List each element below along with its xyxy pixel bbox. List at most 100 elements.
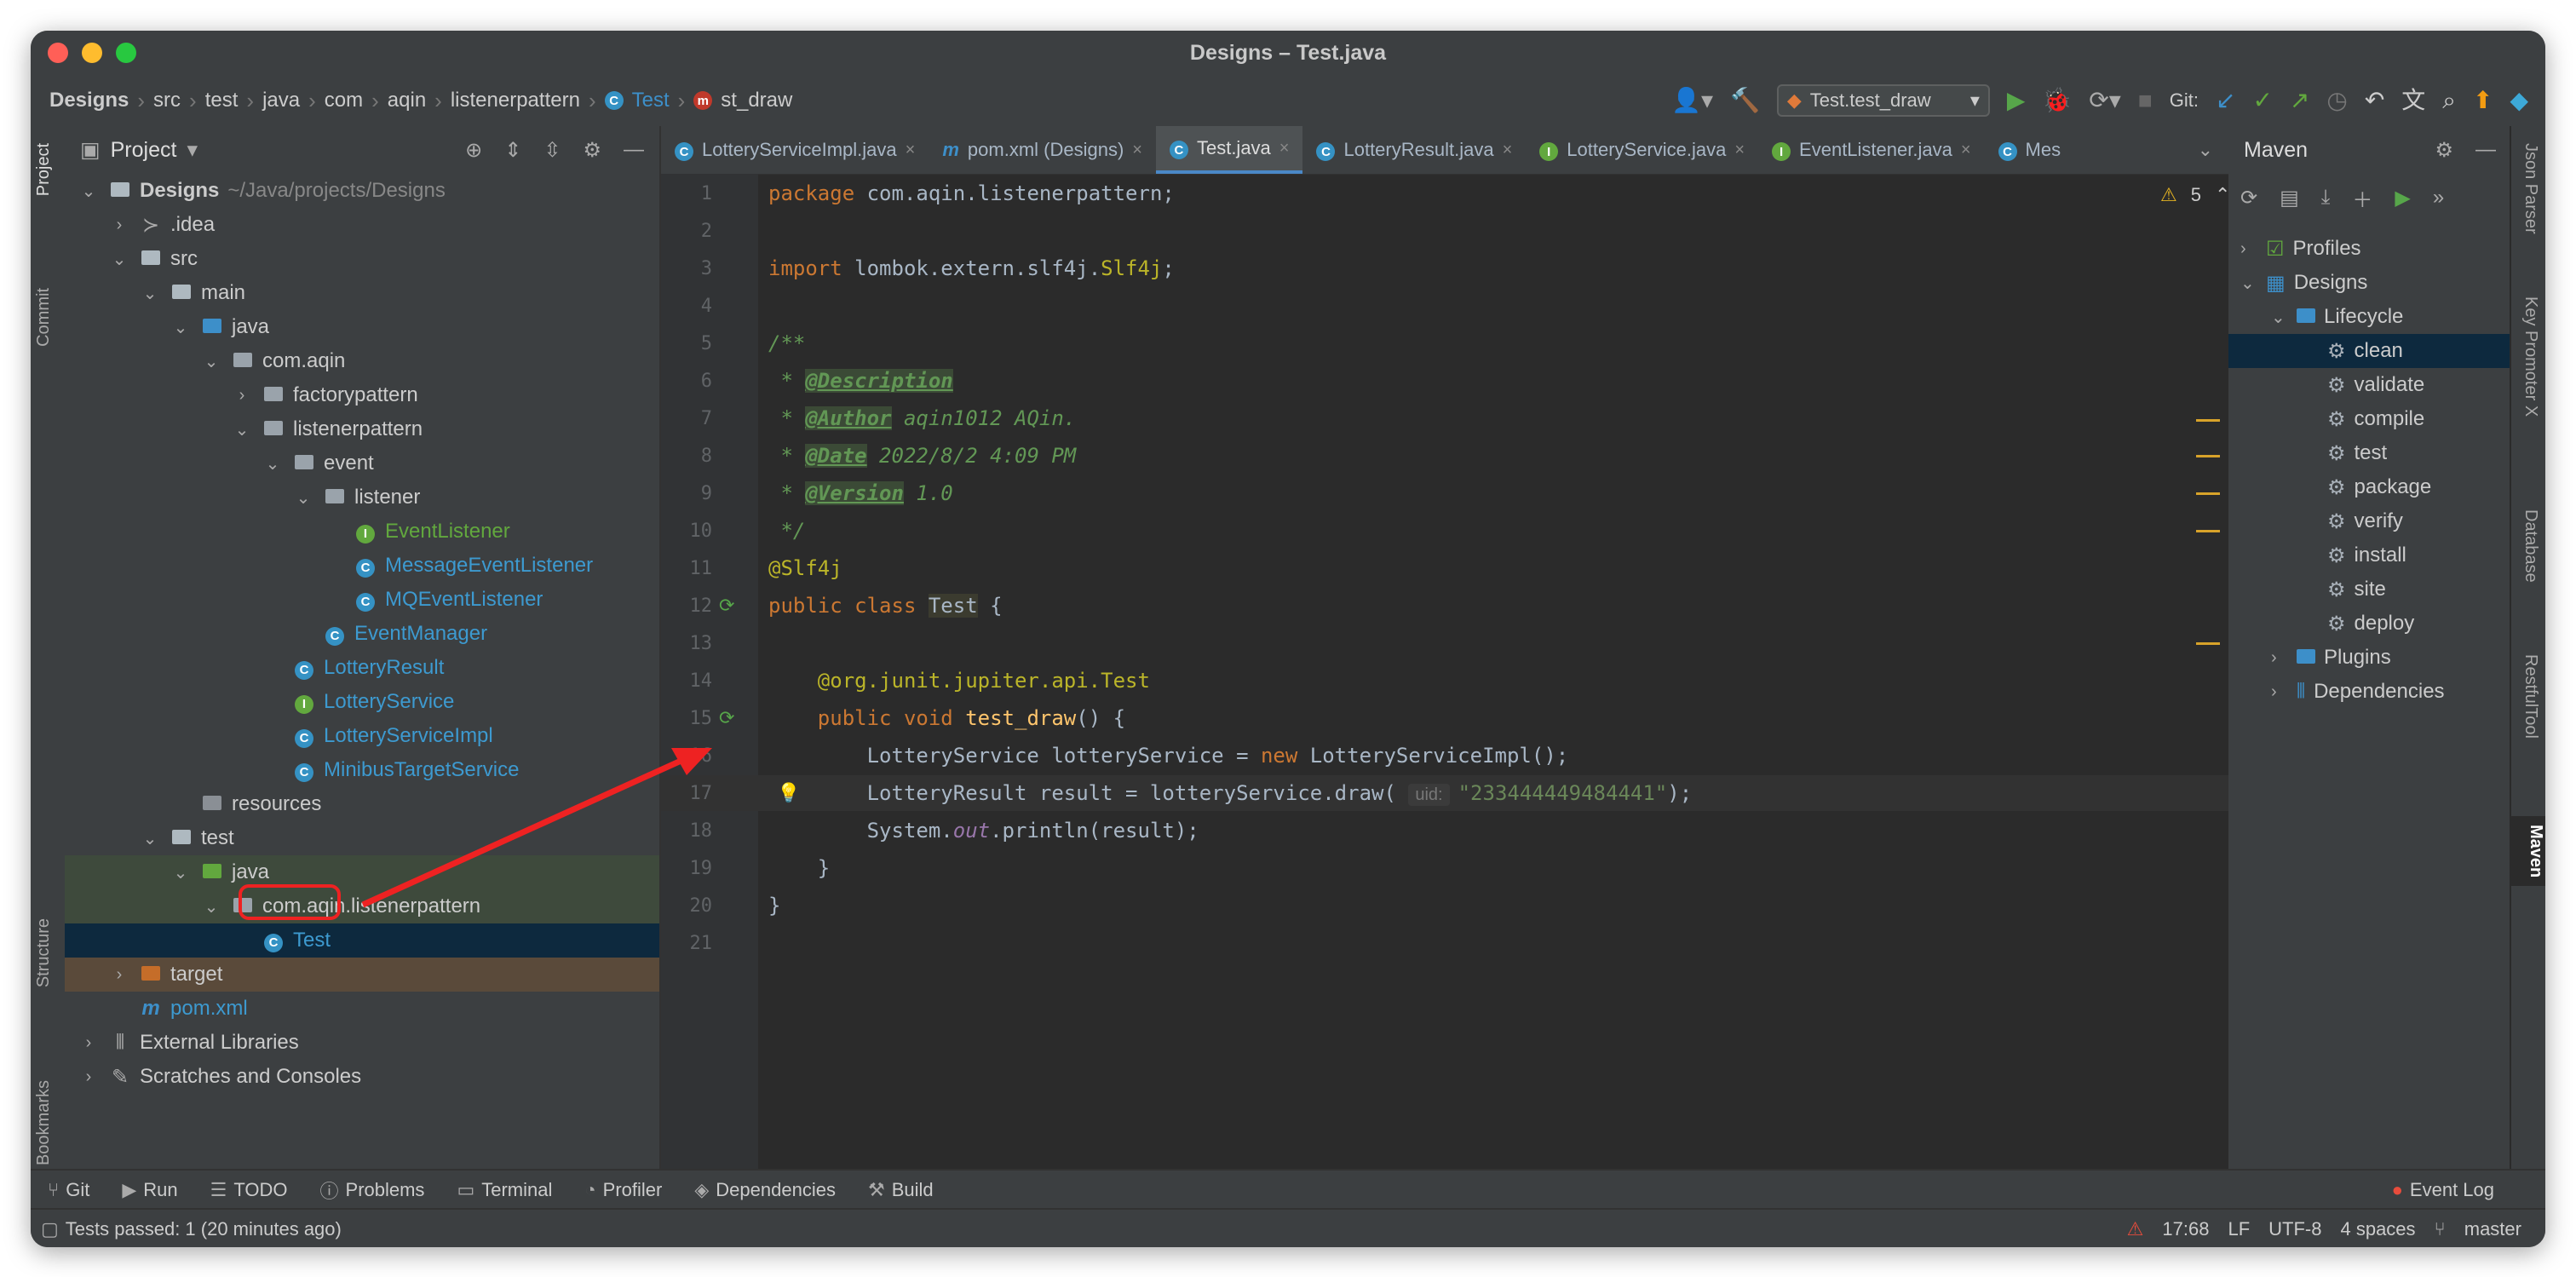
run-gutter-icon[interactable]: ⟳ — [719, 707, 734, 729]
error-indicator-icon[interactable]: ⚠ — [2127, 1218, 2144, 1240]
code-line[interactable]: 10 */ — [661, 513, 2263, 549]
chevron-right-icon[interactable]: › — [2271, 682, 2288, 702]
maven-tree-item[interactable]: ⚙ site — [2228, 572, 2511, 607]
chevron-down-icon[interactable]: ⌄ — [2198, 139, 2213, 161]
tree-item[interactable]: C MQEventListener — [65, 583, 659, 617]
maven-tree-item[interactable]: ⚙ deploy — [2228, 607, 2511, 641]
tree-item[interactable]: C MessageEventListener — [65, 549, 659, 583]
code-line[interactable]: 2 — [661, 213, 2263, 249]
breadcrumb-item[interactable]: listenerpattern — [451, 89, 580, 112]
translate-icon[interactable]: 文 — [2401, 89, 2425, 112]
chevron-down-icon[interactable]: ⌄ — [2271, 307, 2288, 328]
maven-tree-item[interactable]: ⌄ ▦ Designs — [2228, 266, 2511, 300]
maven-tree-item[interactable]: ⌄ Lifecycle — [2228, 300, 2511, 334]
code-line[interactable]: 4 — [661, 288, 2263, 324]
breadcrumb-item[interactable]: aqin — [388, 89, 426, 112]
close-tab-icon[interactable]: × — [1503, 141, 1513, 160]
update-icon[interactable]: ⬆ — [2473, 89, 2493, 112]
code-line[interactable]: 21 — [661, 925, 2263, 961]
chevron-right-icon[interactable]: › — [80, 1067, 97, 1087]
tree-item[interactable]: ⌄ listenerpattern — [65, 412, 659, 446]
tree-item[interactable]: ⌄ event — [65, 446, 659, 480]
close-window-button[interactable] — [48, 43, 68, 63]
build-hammer-icon[interactable]: 🔨 — [1730, 89, 1760, 112]
tool-window-button[interactable]: ▶ Run — [122, 1179, 177, 1201]
chevron-right-icon[interactable]: › — [2240, 239, 2257, 259]
zoom-window-button[interactable] — [116, 43, 136, 63]
code-line[interactable]: 7 * @Author aqin1012 AQin. — [661, 400, 2263, 436]
breadcrumb-item[interactable]: java — [262, 89, 300, 112]
code-line[interactable]: 15 ⟳ public void test_draw() { — [661, 700, 2263, 736]
chevron-right-icon[interactable]: › — [233, 386, 250, 406]
scroll-marker[interactable] — [2196, 642, 2220, 645]
close-tab-icon[interactable]: × — [1961, 141, 1971, 160]
run-gutter-icon[interactable]: ⟳ — [719, 595, 734, 617]
chevron-down-icon[interactable]: ⌄ — [172, 862, 189, 883]
editor-tab[interactable]: C Test.java × — [1155, 126, 1303, 174]
editor-tab[interactable]: C LotteryResult.java × — [1302, 126, 1526, 174]
code-line[interactable]: 5 /** — [661, 325, 2263, 361]
collapse-all-icon[interactable]: ⇳ — [543, 138, 561, 163]
tree-item[interactable]: ⌄ src — [65, 242, 659, 276]
tool-window-button[interactable]: ☰ TODO — [210, 1179, 288, 1201]
minimize-window-button[interactable] — [82, 43, 102, 63]
chevron-down-icon[interactable]: ⌄ — [203, 351, 220, 372]
tree-item[interactable]: ⌄ java — [65, 310, 659, 344]
breadcrumb-item[interactable]: com — [325, 89, 363, 112]
breadcrumb-item[interactable]: Test — [632, 89, 670, 112]
settings-gear-icon[interactable]: ⚙ — [2435, 138, 2453, 163]
tool-tab-json-parser[interactable]: Json Parser — [2521, 143, 2540, 234]
chevron-down-icon[interactable]: ⌄ — [264, 453, 281, 475]
tree-item[interactable]: › factorypattern — [65, 378, 659, 412]
tool-tab-commit[interactable]: Commit — [34, 288, 54, 347]
code-line[interactable]: 9 * @Version 1.0 — [661, 475, 2263, 511]
close-tab-icon[interactable]: × — [1279, 139, 1290, 158]
hide-icon[interactable]: — — [2475, 138, 2496, 163]
tool-tab-database[interactable]: Database — [2521, 509, 2540, 583]
breadcrumb-item[interactable]: Designs — [49, 89, 129, 112]
panel-toggle-icon[interactable]: ▢ — [41, 1218, 59, 1240]
git-branch[interactable]: master — [2464, 1218, 2521, 1240]
tree-item[interactable]: ⌄ test — [65, 821, 659, 855]
plugin-icon[interactable]: ◆ — [2510, 89, 2528, 112]
code-line[interactable]: 11 @Slf4j — [661, 550, 2263, 586]
code-line[interactable]: 1 package com.aqin.listenerpattern; — [661, 175, 2263, 211]
chevron-down-icon[interactable]: ⌄ — [80, 181, 97, 202]
user-icon[interactable]: 👤▾ — [1671, 89, 1713, 112]
indent-setting[interactable]: 4 spaces — [2340, 1218, 2415, 1240]
tool-tab-restfultool[interactable]: RestfulTool — [2521, 654, 2540, 739]
tool-window-button[interactable]: ◔ Profiler — [584, 1179, 662, 1201]
add-icon[interactable]: ＋ — [2352, 183, 2372, 213]
scroll-marker[interactable] — [2196, 419, 2220, 422]
maven-tree-item[interactable]: ⚙ verify — [2228, 504, 2511, 538]
tree-item[interactable]: C LotteryServiceImpl — [65, 719, 659, 753]
download-icon[interactable]: ⤓ — [2321, 186, 2331, 210]
run-icon[interactable]: ▶ — [2395, 186, 2410, 210]
code-line[interactable]: 19 } — [661, 850, 2263, 886]
editor-tab[interactable]: C LotteryServiceImpl.java × — [661, 126, 929, 174]
maven-tree-item[interactable]: ⚙ test — [2228, 436, 2511, 470]
editor-tab[interactable]: C Mes — [1985, 126, 2075, 174]
maven-tree-item[interactable]: ⚙ package — [2228, 470, 2511, 504]
code-line[interactable]: 8 * @Date 2022/8/2 4:09 PM — [661, 438, 2263, 474]
code-area[interactable]: 1 package com.aqin.listenerpattern; 2 3 impo… — [661, 175, 2263, 1198]
maven-tree-item[interactable]: › ☑ Profiles — [2228, 232, 2511, 266]
locate-icon[interactable]: ⊕ — [465, 138, 482, 163]
hide-icon[interactable]: — — [624, 138, 644, 163]
code-line[interactable]: 18 System.out.println(result); — [661, 813, 2263, 848]
maven-tree-item[interactable]: ⚙ install — [2228, 538, 2511, 572]
code-line[interactable]: 14 @org.junit.jupiter.api.Test — [661, 663, 2263, 699]
stop-icon[interactable]: ■ — [2138, 89, 2153, 112]
run-configuration-select[interactable]: ◆ Test.test_draw ▾ — [1776, 84, 1990, 117]
code-line[interactable]: 6 * @Description — [661, 363, 2263, 399]
tree-item[interactable]: C MinibusTargetService — [65, 753, 659, 787]
git-update-icon[interactable]: ↙ — [2216, 89, 2235, 112]
tree-item[interactable]: ⌄ Designs ~/Java/projects/Designs — [65, 174, 659, 208]
git-push-icon[interactable]: ↗ — [2290, 89, 2309, 112]
close-tab-icon[interactable]: × — [906, 141, 916, 160]
chevron-right-icon[interactable]: › — [111, 965, 128, 985]
chevron-down-icon[interactable]: ⌄ — [111, 249, 128, 270]
chevron-right-icon[interactable]: › — [80, 1033, 97, 1053]
editor-tab[interactable]: I LotteryService.java × — [1526, 126, 1758, 174]
tree-item[interactable]: C LotteryResult — [65, 651, 659, 685]
